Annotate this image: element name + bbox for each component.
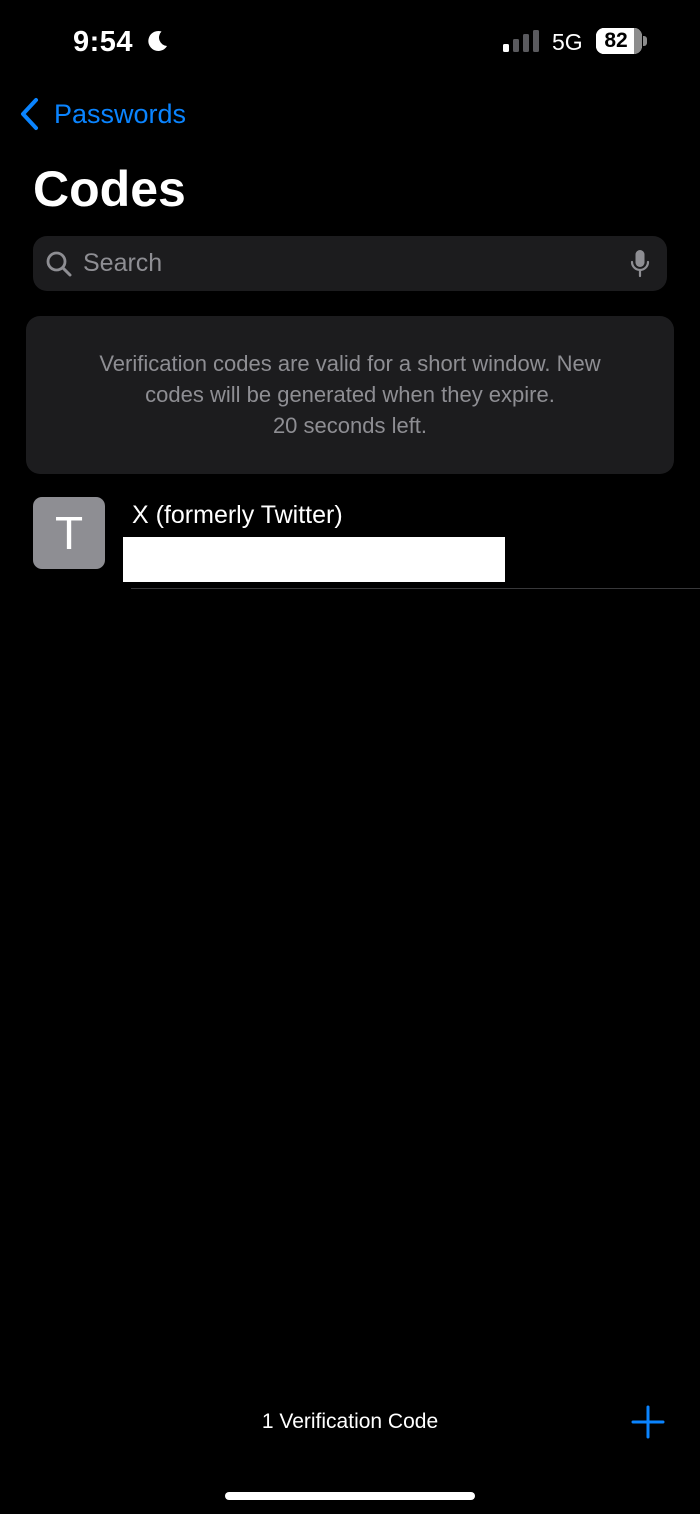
cellular-signal-icon xyxy=(503,30,539,52)
search-icon xyxy=(46,251,72,276)
page-title: Codes xyxy=(33,161,186,217)
back-button-label: Passwords xyxy=(54,99,187,129)
row-divider xyxy=(131,588,700,589)
countdown-text: 20 seconds left. xyxy=(272,413,428,438)
plus-icon[interactable] xyxy=(630,1404,666,1440)
info-text-line: Verification codes are valid for a short… xyxy=(99,351,601,376)
battery-nub xyxy=(643,36,647,46)
status-time: 9:54 xyxy=(73,26,134,58)
moon-icon xyxy=(148,30,167,51)
verification-code[interactable] xyxy=(123,537,505,582)
search-input[interactable] xyxy=(73,243,629,284)
info-text-line: codes will be generated when they expire… xyxy=(145,382,555,407)
account-title: X (formerly Twitter) xyxy=(132,501,343,529)
avatar-letter: T xyxy=(54,507,84,559)
microphone-icon[interactable] xyxy=(629,249,651,279)
list-item[interactable]: T X (formerly Twitter) xyxy=(0,490,700,590)
home-indicator[interactable] xyxy=(225,1492,475,1500)
battery-percent: 82 xyxy=(604,29,628,52)
battery-icon: 82 xyxy=(596,28,642,54)
search-bar[interactable] xyxy=(33,236,667,291)
back-button[interactable]: Passwords xyxy=(18,94,186,134)
chevron-left-icon xyxy=(21,98,38,130)
network-type: 5G xyxy=(552,29,583,55)
info-banner: Verification codes are valid for a short… xyxy=(26,316,674,474)
code-count-label: 1 Verification Code xyxy=(261,1410,439,1433)
avatar: T xyxy=(33,497,105,569)
